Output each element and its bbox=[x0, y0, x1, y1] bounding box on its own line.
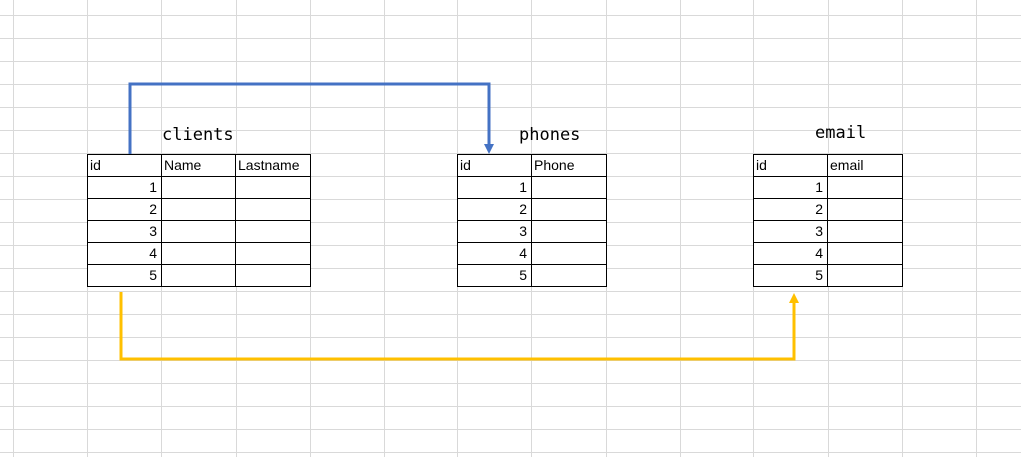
clients-to-phones-arrowhead bbox=[484, 144, 494, 154]
relationship-arrows bbox=[119, 82, 799, 361]
clients-to-phones-connector bbox=[128, 82, 491, 154]
clients-to-email-connector bbox=[119, 292, 796, 361]
clients-to-email-arrowhead bbox=[789, 293, 799, 303]
